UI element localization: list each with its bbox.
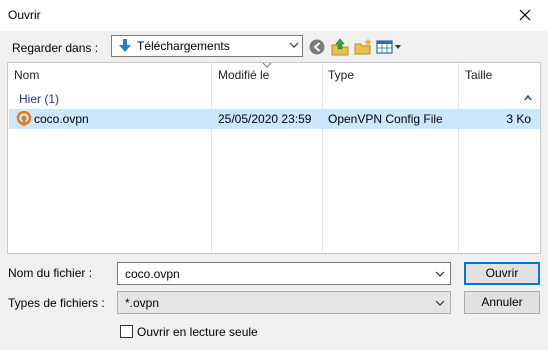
filename-input[interactable]: coco.ovpn — [117, 262, 451, 285]
collapse-group-icon[interactable] — [524, 95, 532, 101]
readonly-label[interactable]: Ouvrir en lecture seule — [137, 325, 258, 339]
look-in-dropdown[interactable]: Téléchargements — [111, 35, 303, 57]
file-type: OpenVPN Config File — [328, 112, 443, 126]
filename-value: coco.ovpn — [125, 267, 180, 281]
column-header-type[interactable]: Type — [328, 63, 354, 85]
column-header-modified[interactable]: Modifié le — [218, 63, 269, 85]
column-divider — [458, 63, 459, 253]
openvpn-file-icon — [16, 111, 32, 126]
filename-label: Nom du fichier : — [8, 266, 93, 280]
filetype-value: *.ovpn — [125, 296, 160, 310]
window-title: Ouvrir — [8, 8, 41, 22]
up-folder-icon[interactable] — [330, 37, 350, 57]
readonly-checkbox[interactable] — [120, 325, 133, 338]
close-icon[interactable] — [510, 4, 540, 26]
title-bar: Ouvrir — [0, 0, 548, 31]
column-divider — [322, 63, 323, 253]
back-icon[interactable] — [307, 37, 327, 57]
column-divider — [211, 63, 212, 253]
filetype-dropdown[interactable]: *.ovpn — [117, 291, 451, 314]
new-folder-icon[interactable] — [353, 37, 373, 57]
group-header[interactable]: Hier (1) — [19, 92, 59, 106]
chevron-down-icon[interactable] — [435, 269, 445, 279]
chevron-down-icon — [435, 300, 445, 306]
file-size: 3 Ko — [506, 112, 531, 126]
column-header-row: Nom Modifié le Type Taille — [8, 63, 540, 85]
look-in-label: Regarder dans : — [12, 41, 99, 55]
cancel-button[interactable]: Annuler — [464, 291, 540, 314]
filetype-label: Types de fichiers : — [8, 296, 105, 310]
file-name: coco.ovpn — [34, 112, 89, 126]
chevron-down-icon — [289, 42, 299, 48]
column-header-size[interactable]: Taille — [465, 63, 492, 85]
table-row[interactable]: coco.ovpn 25/05/2020 23:59 OpenVPN Confi… — [9, 109, 540, 129]
column-header-name[interactable]: Nom — [14, 63, 39, 85]
download-folder-icon — [119, 39, 131, 52]
look-in-value: Téléchargements — [137, 39, 230, 53]
file-list[interactable]: Nom Modifié le Type Taille Hier (1) coco… — [7, 62, 541, 254]
view-menu-icon[interactable] — [376, 37, 402, 57]
open-button[interactable]: Ouvrir — [464, 262, 540, 285]
file-modified: 25/05/2020 23:59 — [218, 112, 312, 126]
